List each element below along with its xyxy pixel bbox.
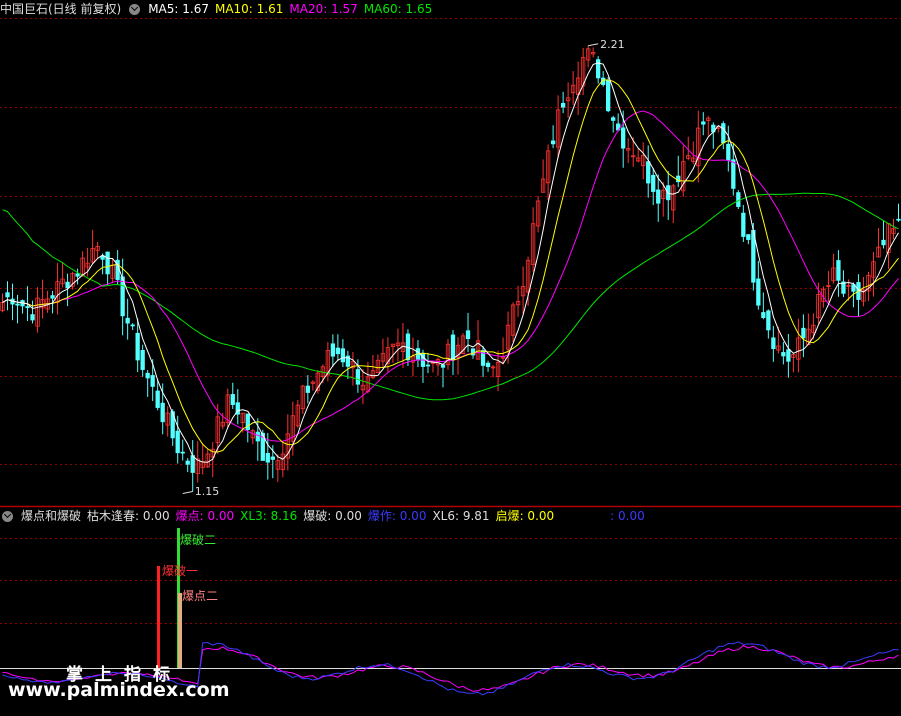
candle-body	[786, 349, 791, 362]
candle-body	[465, 330, 471, 340]
candle-body	[731, 159, 736, 189]
candle-body	[550, 140, 556, 145]
candle-body	[560, 102, 566, 108]
candle-body	[150, 375, 155, 387]
baodian-value: 爆点: 0.00	[175, 509, 235, 523]
candle-body	[230, 394, 235, 405]
candle-body	[606, 80, 611, 112]
ma5-value: MA5: 1.67	[148, 2, 209, 16]
baopo-value: 爆破: 0.00	[303, 509, 362, 523]
candle-body	[255, 431, 260, 442]
candle-body	[105, 251, 110, 275]
candle-body	[836, 260, 841, 281]
candle-body	[130, 324, 135, 327]
candle-body	[305, 385, 310, 393]
candle-body	[65, 281, 70, 289]
signal-label-2: 爆破二	[180, 532, 216, 547]
ma60-value: MA60: 1.65	[363, 2, 433, 16]
candle-body	[185, 460, 190, 465]
candle-body	[355, 369, 361, 385]
xl3-value: XL3: 8.16	[240, 509, 298, 523]
candle-body	[265, 453, 270, 463]
candle-body	[15, 303, 20, 306]
candle-body	[75, 273, 80, 277]
stock-chart-svg: 2.21 1.15 爆破一 爆破二爆点二	[0, 18, 901, 696]
candle-body	[726, 143, 731, 161]
candle-body	[485, 362, 491, 368]
ma10-line	[2, 79, 899, 453]
candle-body	[160, 402, 165, 423]
candle-body	[125, 317, 130, 324]
chevron-down-icon[interactable]	[129, 3, 141, 15]
candle-body	[190, 455, 195, 473]
candle-body	[611, 117, 616, 121]
low-pointer	[182, 491, 193, 495]
candle-body	[135, 332, 140, 361]
candle-body	[701, 121, 706, 125]
candle-body	[756, 278, 761, 306]
candle-body	[25, 306, 30, 309]
candle-body	[30, 314, 35, 321]
candle-body	[270, 456, 275, 460]
low-label: 1.15	[195, 485, 220, 498]
candle-body	[781, 352, 786, 357]
signal-label-1: 爆破一	[162, 563, 198, 578]
signal-bar-baopo1	[157, 566, 160, 668]
candle-body	[100, 255, 105, 260]
candle-body	[145, 372, 150, 379]
extra-value: : 0.00	[610, 509, 645, 523]
chevron-down-icon[interactable]	[2, 510, 13, 522]
high-label: 2.21	[600, 38, 625, 51]
main-chart-header: 中国巨石(日线 前复权) MA5: 1.67 MA10: 1.61 MA20: …	[0, 0, 432, 18]
candle-body	[761, 312, 766, 318]
candle-body	[440, 364, 446, 368]
candle-body	[50, 295, 55, 299]
candle-body	[175, 430, 180, 454]
candle-body	[646, 161, 651, 184]
candle-body	[450, 334, 456, 361]
candle-body	[140, 350, 145, 370]
candle-body	[881, 239, 886, 246]
candle-body	[155, 390, 160, 408]
candle-body	[721, 123, 726, 144]
watermark-url: www.palmindex.com	[8, 679, 230, 701]
candle-body	[896, 218, 901, 221]
candle-body	[5, 292, 10, 298]
ma5-line	[2, 62, 899, 463]
qibao-value: 启爆: 0.00	[495, 509, 555, 523]
xl6-value: XL6: 9.81	[432, 509, 490, 523]
ma20-line	[2, 110, 899, 442]
candle-body	[746, 234, 751, 240]
kumu-value: 枯木逢春: 0.00	[87, 509, 170, 523]
ma20-value: MA20: 1.57	[289, 2, 358, 16]
candle-body	[425, 364, 431, 367]
candle-body	[330, 343, 336, 357]
baozuo-value: 爆作: 0.00	[367, 509, 427, 523]
candle-body	[771, 337, 776, 350]
candle-body	[335, 347, 341, 355]
ma10-value: MA10: 1.61	[214, 2, 284, 16]
signal-label-3: 爆点二	[182, 589, 218, 603]
candle-body	[736, 192, 741, 207]
candle-body	[596, 59, 601, 79]
candle-body	[766, 310, 771, 331]
chart-stage: 2.21 1.15 爆破一 爆破二爆点二	[0, 0, 901, 712]
high-pointer	[588, 43, 599, 47]
candle-body	[656, 189, 661, 204]
candle-body	[340, 348, 346, 363]
signal-bar-baodian2	[178, 593, 182, 668]
candle-body	[180, 451, 185, 454]
candle-body	[741, 212, 746, 237]
sub-chart-header: 爆点和爆破 枯木逢春: 0.00 爆点: 0.00 XL3: 8.16 爆破: …	[0, 507, 645, 525]
candle-body	[651, 174, 656, 192]
stock-title[interactable]: 中国巨石(日线 前复权)	[0, 0, 121, 18]
candle-body	[621, 127, 626, 149]
candle-body	[801, 327, 806, 339]
indicator-title[interactable]: 爆点和爆破	[21, 507, 81, 525]
